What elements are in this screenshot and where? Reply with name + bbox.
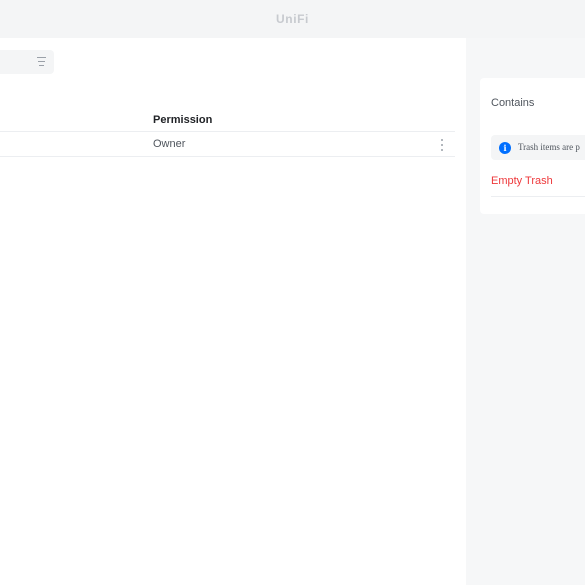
side-panel: Contains i Trash items are p Empty Trash: [466, 38, 585, 585]
contains-label: Contains: [491, 97, 535, 109]
more-options-icon[interactable]: [438, 139, 446, 151]
column-header-permission[interactable]: Permission: [153, 114, 212, 126]
info-notice: i Trash items are p: [491, 135, 585, 160]
divider: [0, 156, 455, 157]
info-icon: i: [499, 142, 511, 154]
main-content: Permission Owner: [0, 38, 466, 585]
unifi-logo: UniFi: [276, 12, 309, 26]
cell-permission: Owner: [153, 138, 186, 150]
divider: [0, 131, 455, 132]
info-text: Trash items are p: [518, 142, 580, 152]
filter-button[interactable]: [0, 50, 54, 74]
empty-trash-button[interactable]: Empty Trash: [491, 175, 553, 187]
top-bar: UniFi: [0, 0, 585, 38]
list-filter-icon: [37, 57, 46, 66]
divider: [491, 196, 585, 197]
trash-info-card: Contains i Trash items are p Empty Trash: [480, 78, 585, 214]
